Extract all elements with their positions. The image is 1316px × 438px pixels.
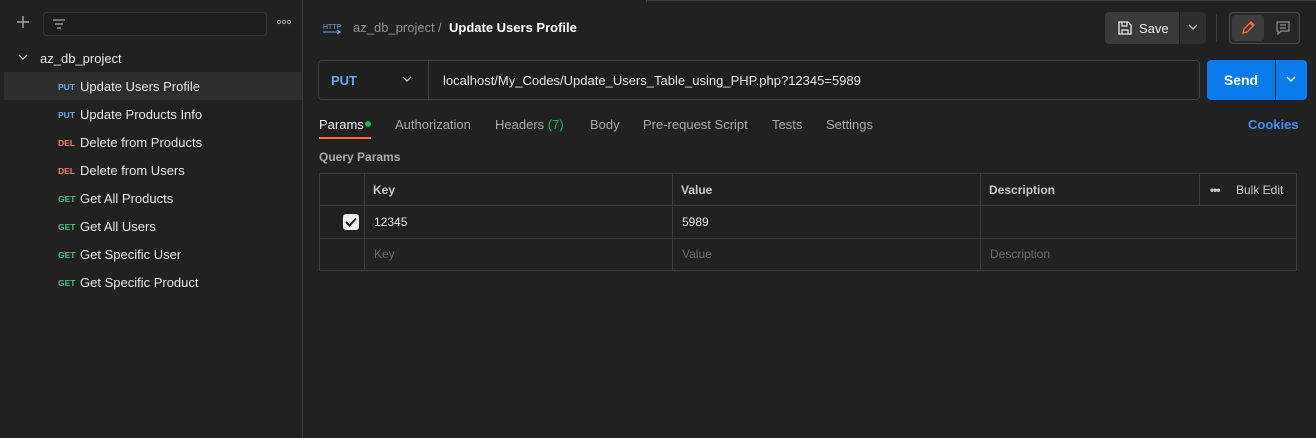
method-badge: GET <box>58 278 76 288</box>
column-divider <box>672 174 673 270</box>
chevron-down-icon <box>402 76 412 82</box>
new-param-description-input[interactable]: Description <box>990 247 1050 261</box>
pencil-icon <box>1242 21 1255 34</box>
tab-pre-request-script[interactable]: Pre-request Script <box>643 117 748 132</box>
params-table: Key Value Description ••• Bulk Edit 1234… <box>319 173 1297 271</box>
more-options-icon[interactable]: ••• <box>1210 183 1221 197</box>
request-title[interactable]: Update Users Profile <box>449 20 577 35</box>
sidebar-request-get-all-users[interactable]: GET Get All Users <box>4 212 302 240</box>
breadcrumb-project[interactable]: az_db_project <box>353 20 435 35</box>
sidebar-request-update-products-info[interactable]: PUT Update Products Info <box>4 100 302 128</box>
filter-icon <box>53 19 65 29</box>
request-name: Update Users Profile <box>80 79 200 94</box>
query-params-title: Query Params <box>319 150 401 164</box>
column-divider <box>1199 174 1200 205</box>
documentation-mode-button[interactable] <box>1268 15 1298 41</box>
column-header-value: Value <box>681 183 713 197</box>
tab-headers-label: Headers <box>495 117 545 132</box>
column-divider <box>980 174 981 270</box>
tab-params[interactable]: Params <box>319 117 364 132</box>
param-key-input[interactable]: 12345 <box>374 215 407 229</box>
sidebar-request-delete-from-products[interactable]: DEL Delete from Products <box>4 128 302 156</box>
chevron-down-icon <box>1188 24 1198 30</box>
request-name: Delete from Products <box>80 135 203 150</box>
save-button[interactable]: Save <box>1105 12 1179 44</box>
collection-header[interactable]: az_db_project <box>0 44 302 72</box>
comment-icon <box>1276 21 1290 36</box>
cookies-link[interactable]: Cookies <box>1248 117 1299 132</box>
request-url-bar: PUT localhost/My_Codes/Update_Users_Tabl… <box>318 60 1200 100</box>
plus-icon[interactable] <box>15 14 31 30</box>
checkmark-icon <box>345 217 357 227</box>
send-label: Send <box>1223 72 1259 88</box>
method-select[interactable]: PUT <box>319 61 429 99</box>
method-badge: DEL <box>58 166 75 176</box>
url-input[interactable]: localhost/My_Codes/Update_Users_Table_us… <box>443 73 861 88</box>
more-options-icon[interactable] <box>276 15 292 30</box>
tab-settings[interactable]: Settings <box>826 117 873 132</box>
param-value-input[interactable]: 5989 <box>682 215 709 229</box>
request-name: Get All Products <box>80 191 174 206</box>
request-name: Get All Users <box>80 219 156 234</box>
breadcrumb-separator: / <box>438 20 442 35</box>
row-divider <box>320 205 1296 206</box>
chevron-down-icon <box>18 54 28 60</box>
method-value: PUT <box>331 73 357 88</box>
column-divider <box>364 174 365 270</box>
http-request-icon: HTTP <box>322 20 342 39</box>
collection-name: az_db_project <box>40 51 122 66</box>
sidebar-request-update-users-profile[interactable]: PUT Update Users Profile <box>4 72 302 100</box>
bulk-edit-button[interactable]: Bulk Edit <box>1236 183 1283 197</box>
edit-mode-button[interactable] <box>1232 15 1264 41</box>
new-param-key-input[interactable]: Key <box>374 247 395 261</box>
tab-tests[interactable]: Tests <box>772 117 802 132</box>
sidebar-request-get-all-products[interactable]: GET Get All Products <box>4 184 302 212</box>
headers-count: (7) <box>547 117 564 132</box>
tab-body[interactable]: Body <box>590 117 620 132</box>
tab-bar-border <box>646 0 1316 3</box>
send-button[interactable]: Send <box>1207 60 1275 100</box>
sidebar-toolbar <box>0 0 302 44</box>
param-enabled-checkbox[interactable] <box>343 214 359 230</box>
svg-text:HTTP: HTTP <box>323 24 342 31</box>
divider <box>1216 14 1217 42</box>
sidebar: az_db_project PUT Update Users Profile P… <box>0 0 303 438</box>
request-name: Get Specific User <box>80 247 182 262</box>
sidebar-request-get-specific-user[interactable]: GET Get Specific User <box>4 240 302 268</box>
view-mode-toggle <box>1229 12 1300 44</box>
new-param-value-input[interactable]: Value <box>682 247 712 261</box>
method-badge: PUT <box>58 82 75 92</box>
method-badge: GET <box>58 194 76 204</box>
tab-authorization[interactable]: Authorization <box>395 117 471 132</box>
active-tab-indicator <box>319 137 371 139</box>
request-name: Update Products Info <box>80 107 203 122</box>
save-icon <box>1118 21 1132 35</box>
sidebar-request-delete-from-users[interactable]: DEL Delete from Users <box>4 156 302 184</box>
tab-headers[interactable]: Headers (7) <box>495 117 564 132</box>
method-badge: PUT <box>58 110 75 120</box>
chevron-down-icon <box>1286 76 1296 82</box>
save-label: Save <box>1139 21 1169 36</box>
method-badge: DEL <box>58 138 75 148</box>
request-name: Delete from Users <box>80 163 185 178</box>
column-header-description: Description <box>989 183 1056 197</box>
filter-input[interactable] <box>43 12 267 36</box>
row-divider <box>320 238 1296 239</box>
save-dropdown-button[interactable] <box>1180 12 1206 44</box>
params-active-dot <box>365 121 371 127</box>
column-header-key: Key <box>373 183 396 197</box>
send-dropdown-button[interactable] <box>1276 60 1307 100</box>
request-name: Get Specific Product <box>80 275 199 290</box>
sidebar-request-get-specific-product[interactable]: GET Get Specific Product <box>4 268 302 296</box>
method-badge: GET <box>58 250 76 260</box>
method-badge: GET <box>58 222 76 232</box>
